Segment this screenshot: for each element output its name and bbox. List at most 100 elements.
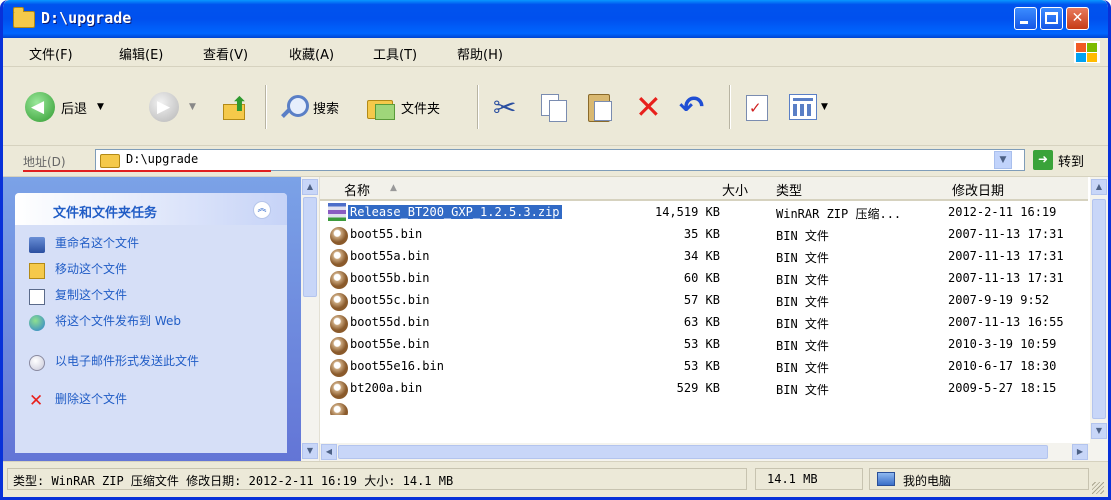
- file-tasks-header[interactable]: 文件和文件夹任务 ︽: [15, 193, 287, 225]
- resize-grip[interactable]: [1092, 482, 1104, 494]
- scroll-thumb[interactable]: [338, 445, 1048, 459]
- folder-icon: [100, 154, 120, 168]
- forward-button[interactable]: ▶ ▼: [149, 89, 196, 125]
- folders-button[interactable]: 文件夹: [365, 89, 440, 125]
- search-button[interactable]: 搜索: [279, 89, 339, 125]
- table-row-partial[interactable]: [320, 399, 1088, 415]
- address-dropdown-icon[interactable]: ▼: [994, 151, 1012, 169]
- file-modified: 2007-11-13 16:55: [948, 315, 1064, 329]
- back-dropdown-icon[interactable]: ▼: [97, 102, 104, 112]
- up-folder-button[interactable]: ⬆: [221, 89, 251, 125]
- scroll-thumb[interactable]: [303, 197, 317, 297]
- column-type[interactable]: 类型: [776, 180, 802, 199]
- table-row[interactable]: bt200a.bin 529 KB BIN 文件 2009-5-27 18:15: [320, 377, 1088, 399]
- my-computer-icon: [877, 472, 895, 486]
- views-button[interactable]: ▼: [789, 89, 828, 125]
- column-size[interactable]: 大小: [722, 180, 748, 199]
- paste-button[interactable]: [585, 89, 615, 125]
- winrar-zip-icon: [328, 203, 346, 221]
- scroll-down-icon[interactable]: ▼: [1091, 423, 1107, 439]
- file-size: 57 KB: [683, 293, 720, 307]
- column-name[interactable]: 名称: [344, 180, 370, 199]
- file-size: 34 KB: [683, 249, 720, 263]
- table-row[interactable]: boot55.bin 35 KB BIN 文件 2007-11-13 17:31: [320, 223, 1088, 245]
- scroll-down-icon[interactable]: ▼: [302, 443, 318, 459]
- table-row[interactable]: boot55c.bin 57 KB BIN 文件 2007-9-19 9:52: [320, 289, 1088, 311]
- menu-tools[interactable]: 工具(T): [373, 44, 417, 63]
- file-modified: 2012-2-11 16:19: [948, 205, 1057, 219]
- address-value: D:\upgrade: [126, 152, 199, 166]
- task-rename[interactable]: 重命名这个文件: [29, 237, 139, 253]
- folders-icon: [365, 92, 395, 122]
- paste-icon: [585, 92, 615, 122]
- file-name: boot55a.bin: [350, 249, 430, 263]
- toolbar: ◀ 后退 ▼ ▶ ▼ ⬆ 搜索 文件夹 ✂ ✕ ↶ ✓ ▼: [3, 67, 1108, 146]
- table-row[interactable]: Release_BT200_GXP_1.2.5.3.zip 14,519 KB …: [320, 201, 1088, 223]
- task-email-label: 以电子邮件形式发送此文件: [55, 354, 200, 368]
- scroll-thumb[interactable]: [1092, 199, 1106, 419]
- file-modified: 2007-11-13 17:31: [948, 249, 1064, 263]
- undo-icon: ↶: [679, 89, 705, 125]
- undo-button[interactable]: ↶: [679, 89, 704, 125]
- task-publish-web[interactable]: 将这个文件发布到 Web: [29, 314, 255, 331]
- menu-file[interactable]: 文件(F): [29, 44, 73, 63]
- bin-file-icon: [330, 271, 348, 289]
- task-delete[interactable]: ✕ 删除这个文件: [29, 393, 127, 410]
- scroll-up-icon[interactable]: ▲: [302, 179, 318, 195]
- scroll-right-icon[interactable]: ▶: [1072, 444, 1088, 460]
- menu-bar: 文件(F) 编辑(E) 查看(V) 收藏(A) 工具(T) 帮助(H): [3, 38, 1108, 67]
- file-size: 53 KB: [683, 337, 720, 351]
- title-bar[interactable]: D:\upgrade ✕: [3, 0, 1108, 38]
- views-icon: [789, 94, 817, 120]
- properties-icon: ✓: [743, 93, 771, 121]
- task-move[interactable]: 移动这个文件: [29, 262, 128, 279]
- bin-file-icon: [330, 293, 348, 311]
- file-size: 14,519 KB: [654, 205, 720, 219]
- status-info: 类型: WinRAR ZIP 压缩文件 修改日期: 2012-2-11 16:1…: [13, 474, 454, 488]
- scroll-up-icon[interactable]: ▲: [1091, 179, 1107, 195]
- go-button[interactable]: ➜ 转到: [1033, 150, 1084, 170]
- minimize-icon: [1020, 21, 1028, 24]
- back-button[interactable]: ◀ 后退 ▼: [25, 89, 104, 125]
- properties-button[interactable]: ✓: [743, 89, 771, 125]
- address-input[interactable]: D:\upgrade ▼: [95, 149, 1025, 171]
- table-row[interactable]: boot55d.bin 63 KB BIN 文件 2007-11-13 16:5…: [320, 311, 1088, 333]
- table-row[interactable]: boot55b.bin 60 KB BIN 文件 2007-11-13 17:3…: [320, 267, 1088, 289]
- scroll-left-icon[interactable]: ◀: [321, 444, 337, 460]
- folder-icon: [13, 7, 35, 28]
- task-email[interactable]: 以电子邮件形式发送此文件: [29, 354, 245, 371]
- email-icon: [29, 355, 45, 371]
- menu-favorites[interactable]: 收藏(A): [289, 44, 334, 63]
- file-name: boot55c.bin: [350, 293, 430, 307]
- right-scrollbar[interactable]: ▲ ▼: [1090, 177, 1108, 461]
- menu-view[interactable]: 查看(V): [203, 44, 248, 63]
- collapse-icon[interactable]: ︽: [253, 201, 271, 219]
- file-list-pane: ▲ ▼ 名称 ▲ 大小 类型 修改日期 Release_BT200_GXP_1.…: [301, 177, 1108, 461]
- column-header: 名称 ▲ 大小 类型 修改日期: [320, 177, 1088, 201]
- task-copy[interactable]: 复制这个文件: [29, 289, 127, 305]
- delete-button[interactable]: ✕: [635, 88, 662, 126]
- table-row[interactable]: boot55a.bin 34 KB BIN 文件 2007-11-13 17:3…: [320, 245, 1088, 267]
- menu-edit[interactable]: 编辑(E): [119, 44, 163, 63]
- views-dropdown-icon[interactable]: ▼: [821, 102, 828, 112]
- cut-button[interactable]: ✂: [493, 89, 516, 125]
- horizontal-scrollbar[interactable]: ◀ ▶: [320, 443, 1090, 461]
- table-row[interactable]: boot55e.bin 53 KB BIN 文件 2010-3-19 10:59: [320, 333, 1088, 355]
- file-name: boot55e.bin: [350, 337, 430, 351]
- toolbar-separator: [477, 85, 479, 129]
- column-modified[interactable]: 修改日期: [952, 180, 1004, 199]
- address-bar: 地址(D) D:\upgrade ▼ ➜ 转到: [3, 146, 1108, 177]
- minimize-button[interactable]: [1014, 7, 1037, 30]
- table-row[interactable]: boot55e16.bin 53 KB BIN 文件 2010-6-17 18:…: [320, 355, 1088, 377]
- file-size: 35 KB: [683, 227, 720, 241]
- copy-button[interactable]: [539, 89, 569, 125]
- forward-dropdown-icon[interactable]: ▼: [189, 102, 196, 112]
- maximize-button[interactable]: [1040, 7, 1063, 30]
- close-button[interactable]: ✕: [1066, 7, 1089, 30]
- file-type: BIN 文件: [776, 295, 829, 309]
- bin-file-icon: [330, 227, 348, 245]
- left-scrollbar[interactable]: ▲ ▼: [301, 177, 320, 461]
- menu-help[interactable]: 帮助(H): [457, 44, 503, 63]
- task-move-label: 移动这个文件: [55, 262, 128, 276]
- task-publish-web-label: 将这个文件发布到 Web: [55, 314, 181, 328]
